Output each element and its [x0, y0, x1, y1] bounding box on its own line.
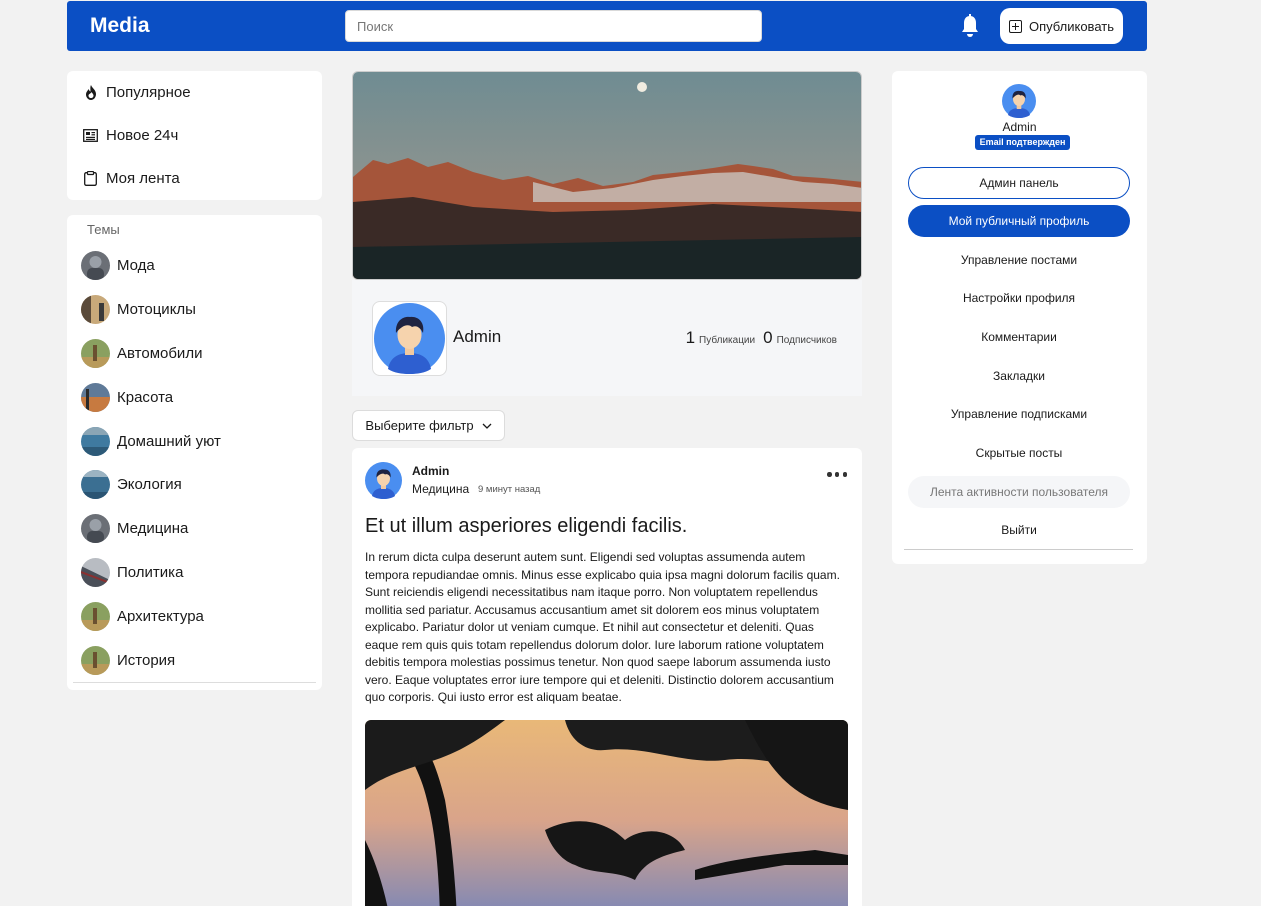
post-title[interactable]: Et ut illum asperiores eligendi facilis. — [365, 515, 850, 538]
admin-panel-button[interactable]: Админ панель — [908, 167, 1130, 199]
subscribers-count: 0 — [763, 328, 773, 347]
filter-dropdown[interactable]: Выберите фильтр — [352, 410, 505, 441]
email-verified-badge: Email подтвержден — [975, 135, 1070, 150]
topic-thumbnail — [81, 470, 110, 499]
topic-thumbnail — [81, 514, 110, 543]
nav-item-my-feed[interactable]: Моя лента — [83, 170, 180, 187]
filter-label: Выберите фильтр — [365, 418, 474, 433]
topic-label: Экология — [117, 476, 182, 493]
bell-icon[interactable] — [960, 14, 980, 38]
post-author[interactable]: Admin — [412, 464, 449, 478]
logout-link[interactable]: Выйти — [908, 514, 1130, 546]
topic-label: Архитектура — [117, 608, 204, 625]
post-body: In rerum dicta culpa deserunt autem sunt… — [365, 550, 840, 704]
menu-link-manage-posts[interactable]: Управление постами — [908, 244, 1130, 276]
profile-name: Admin — [453, 327, 502, 346]
nav-item-label: Новое 24ч — [106, 127, 179, 144]
topic-item[interactable]: История — [81, 646, 175, 675]
menu-link-profile-settings[interactable]: Настройки профиля — [908, 282, 1130, 314]
topic-item[interactable]: Домашний уют — [81, 427, 221, 456]
topics-panel: Темы Мода Мотоциклы Автомобили Красота Д… — [67, 215, 322, 690]
avatar[interactable] — [372, 301, 447, 376]
publish-button[interactable]: Опубликовать — [1000, 8, 1123, 44]
post-image[interactable] — [365, 720, 848, 906]
search-input[interactable] — [345, 10, 762, 42]
topic-item[interactable]: Автомобили — [81, 339, 202, 368]
nav-item-new-24h[interactable]: Новое 24ч — [83, 127, 178, 144]
user-name: Admin — [1002, 120, 1037, 134]
topic-thumbnail — [81, 383, 110, 412]
topic-thumbnail — [81, 646, 110, 675]
avatar[interactable] — [1002, 84, 1036, 118]
topic-label: Домашний уют — [117, 433, 221, 450]
main-nav: Популярное Новое 24ч Моя лента — [67, 71, 322, 200]
post-card: Admin Медицина 9 минут назад Et ut illum… — [352, 448, 862, 906]
nav-item-label: Популярное — [106, 84, 191, 101]
more-options-icon[interactable] — [827, 472, 847, 478]
topic-thumbnail — [81, 339, 110, 368]
topic-item[interactable]: Политика — [81, 558, 183, 587]
plus-square-icon — [1008, 19, 1022, 33]
avatar[interactable] — [365, 462, 402, 499]
topic-item[interactable]: Архитектура — [81, 602, 204, 631]
topic-item[interactable]: Мотоциклы — [81, 295, 196, 324]
topic-label: История — [117, 652, 176, 669]
menu-link-bookmarks[interactable]: Закладки — [908, 360, 1130, 392]
fire-icon — [83, 85, 98, 100]
publish-label: Опубликовать — [1028, 18, 1114, 34]
topic-label: Политика — [117, 564, 184, 581]
topic-item[interactable]: Медицина — [81, 514, 188, 543]
logo[interactable]: Media — [90, 14, 150, 38]
newspaper-icon — [83, 128, 98, 143]
menu-link-comments[interactable]: Комментарии — [908, 321, 1130, 353]
chevron-down-icon — [482, 423, 492, 429]
subscribers-label: Подписчиков — [776, 335, 837, 346]
topic-label: Автомобили — [117, 345, 203, 362]
public-profile-button[interactable]: Мой публичный профиль — [908, 205, 1130, 237]
divider — [73, 682, 316, 683]
publications-label: Публикации — [699, 335, 756, 346]
menu-link-activity-feed[interactable]: Лента активности пользователя — [908, 476, 1130, 508]
user-menu-panel: Admin Email подтвержден Админ панель Мой… — [892, 71, 1147, 564]
top-header: Media Опубликовать — [67, 1, 1147, 51]
post-time: 9 минут назад — [478, 484, 541, 495]
menu-link-manage-subscriptions[interactable]: Управление подписками — [908, 398, 1130, 430]
topic-thumbnail — [81, 602, 110, 631]
topic-item[interactable]: Мода — [81, 251, 155, 280]
profile-cover-image — [352, 71, 862, 280]
clipboard-icon — [83, 171, 98, 186]
post-topic[interactable]: Медицина — [412, 482, 469, 496]
topic-thumbnail — [81, 251, 110, 280]
divider — [904, 549, 1133, 550]
profile-summary: Admin 1 Публикации 0 Подписчиков — [352, 280, 862, 396]
topic-thumbnail — [81, 295, 110, 324]
topic-label: Красота — [117, 389, 174, 406]
topic-label: Медицина — [117, 520, 189, 537]
topic-item[interactable]: Экология — [81, 470, 182, 499]
topic-label: Мотоциклы — [117, 301, 196, 318]
nav-item-popular[interactable]: Популярное — [83, 84, 191, 101]
topic-thumbnail — [81, 558, 110, 587]
publications-count: 1 — [685, 328, 696, 347]
topic-item[interactable]: Красота — [81, 383, 173, 412]
nav-item-label: Моя лента — [106, 170, 180, 187]
topic-label: Мода — [117, 257, 155, 274]
topic-thumbnail — [81, 427, 110, 456]
menu-link-hidden-posts[interactable]: Скрытые посты — [908, 437, 1130, 469]
profile-stats: 1 Публикации 0 Подписчиков — [686, 328, 841, 348]
topics-title: Темы — [87, 222, 120, 237]
